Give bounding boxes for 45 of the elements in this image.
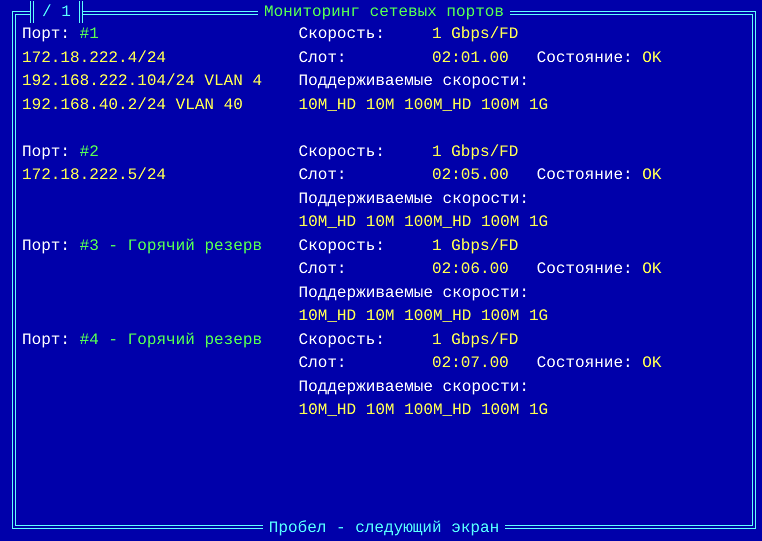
- slot-value: 02:05.00: [432, 165, 510, 186]
- port-label: Порт:: [22, 236, 70, 254]
- port-number: #3 - Горячий резерв: [80, 236, 262, 254]
- speed-label: Скорость:: [298, 24, 386, 45]
- speed-value: 1 Gbps/FD: [432, 236, 520, 256]
- ip-address: 172.18.222.5/24: [22, 166, 166, 184]
- supported-speeds: 10M_HD 10M 100M_HD 100M 1G: [298, 94, 550, 116]
- supported-speeds-label: Поддерживаемые скорости:: [298, 71, 530, 92]
- port-number: #1: [80, 25, 99, 43]
- state-value: OK: [642, 353, 662, 374]
- supported-speeds-label: Поддерживаемые скорости:: [298, 376, 530, 398]
- slot-label: Слот:: [298, 259, 348, 280]
- state-value: OK: [642, 48, 662, 68]
- speed-value: 1 Gbps/FD: [432, 24, 520, 45]
- supported-speeds-label: Поддерживаемые скорости:: [298, 282, 530, 304]
- ip-address: 192.168.222.104/24 VLAN 4: [22, 72, 262, 90]
- state-label: Состояние:: [536, 259, 633, 280]
- slot-label: Слот:: [298, 165, 348, 186]
- supported-speeds: 10M_HD 10M 100M_HD 100M 1G: [298, 212, 550, 233]
- supported-speeds: 10M_HD 10M 100M_HD 100M 1G: [298, 400, 550, 421]
- ip-address: 192.168.40.2/24 VLAN 40: [22, 96, 243, 114]
- ip-address: 172.18.222.4/24: [22, 48, 166, 66]
- slot-label: Слот:: [298, 48, 348, 68]
- speed-label: Скорость:: [298, 142, 386, 162]
- supported-speeds-label: Поддерживаемые скорости:: [298, 188, 530, 210]
- port-label: Порт:: [22, 330, 70, 348]
- slot-value: 02:07.00: [432, 353, 510, 374]
- speed-value: 1 Gbps/FD: [432, 142, 520, 162]
- supported-speeds: 10M_HD 10M 100M_HD 100M 1G: [298, 306, 550, 327]
- state-label: Состояние:: [536, 165, 633, 186]
- speed-label: Скорость:: [298, 330, 386, 350]
- speed-label: Скорость:: [298, 236, 386, 256]
- state-value: OK: [642, 165, 662, 186]
- port-label: Порт:: [22, 25, 70, 43]
- speed-value: 1 Gbps/FD: [432, 330, 520, 350]
- slot-label: Слот:: [298, 353, 348, 374]
- port-label: Порт:: [22, 142, 70, 160]
- state-label: Состояние:: [536, 353, 633, 374]
- slot-value: 02:01.00: [432, 48, 510, 68]
- slot-value: 02:06.00: [432, 259, 510, 280]
- page-indicator: / 1: [30, 1, 83, 23]
- port-number: #2: [80, 142, 99, 160]
- state-label: Состояние:: [536, 48, 633, 68]
- port-number: #4 - Горячий резерв: [80, 330, 262, 348]
- state-value: OK: [642, 259, 662, 280]
